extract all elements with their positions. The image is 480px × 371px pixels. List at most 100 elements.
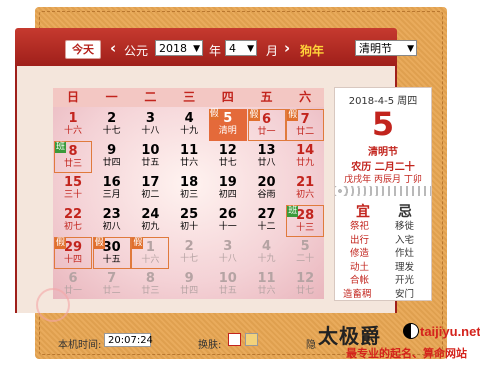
detail-ganzhi: 戊戌年 丙辰月 丁卯 [344, 175, 422, 185]
day-number: 12 [296, 271, 315, 286]
day-cell[interactable]: 7 廿二假 [286, 109, 325, 141]
holiday-badge: 假 [132, 238, 144, 249]
day-cell[interactable]: 5 二十 [286, 237, 324, 269]
yi-item: 出行 [350, 234, 370, 246]
day-number: 22 [63, 207, 83, 222]
lunar-label: 谷雨 [257, 190, 276, 200]
day-number: 2 [107, 111, 117, 126]
yi-item: 修造 [350, 248, 370, 259]
day-number: 1 [68, 111, 78, 126]
weekday-header: 二 [144, 90, 157, 104]
day-cell[interactable]: 11 廿六 [170, 141, 208, 173]
day-cell[interactable]: 8 廿三 [131, 269, 169, 301]
lunar-label: 十二 [257, 222, 276, 232]
day-cell[interactable]: 25 初十 [170, 205, 208, 237]
day-cell[interactable]: 18 初三 [170, 173, 208, 205]
lunar-label: 十七 [102, 126, 121, 136]
day-cell[interactable]: 1 十六假 [131, 237, 170, 269]
day-number: 23 [102, 207, 121, 222]
ji-item: 作灶 [395, 248, 415, 259]
detail-lunar-date: 农历 二月二十 [351, 162, 415, 173]
lunar-label: 十一 [218, 222, 237, 232]
festival-select[interactable]: 清明节 ▼ [355, 40, 417, 56]
day-cell[interactable]: 6 廿一假 [247, 109, 286, 141]
lunar-label: 十八 [218, 254, 237, 264]
day-cell[interactable]: 16 三月 [93, 173, 131, 205]
lunar-label: 初九 [141, 222, 160, 232]
lunar-label: 廿五 [218, 286, 237, 296]
day-number: 26 [218, 207, 237, 222]
day-number: 25 [180, 207, 199, 222]
day-cell[interactable]: 24 初九 [131, 205, 169, 237]
day-cell[interactable]: 19 初四 [209, 173, 247, 205]
lunar-label: 十八 [141, 126, 160, 136]
day-cell[interactable]: 5 清明假 [208, 109, 247, 141]
day-cell[interactable]: 21 初六 [286, 173, 324, 205]
lunar-label: 廿九 [296, 158, 315, 168]
local-time-field: 20:07:24 [104, 333, 153, 347]
month-select[interactable]: 4 ▼ [225, 40, 257, 56]
day-number: 17 [141, 175, 160, 190]
lunar-label: 初四 [218, 190, 237, 200]
day-cell[interactable]: 17 初二 [131, 173, 169, 205]
day-cell[interactable]: 4 十九 [170, 109, 208, 141]
day-cell[interactable]: 10 廿五 [131, 141, 169, 173]
day-detail-panel: 2018-4-5 周四 5 清明节 农历 二月二十 戊戌年 丙辰月 丁卯 宜 忌… [334, 87, 432, 301]
lunar-label: 廿一 [257, 127, 276, 137]
day-cell[interactable]: 1 十六 [54, 109, 92, 141]
day-cell[interactable]: 14 廿九 [286, 141, 324, 173]
day-cell[interactable]: 28 十三班 [286, 205, 325, 237]
day-cell[interactable]: 9 廿四 [93, 141, 131, 173]
day-cell[interactable]: 13 廿八 [248, 141, 286, 173]
day-cell[interactable]: 10 廿五 [209, 269, 247, 301]
lunar-label: 十七 [180, 254, 199, 264]
day-cell[interactable]: 7 廿二 [93, 269, 131, 301]
skin-yellow-swatch[interactable] [245, 333, 258, 346]
prev-month-icon[interactable]: ‹ [110, 39, 116, 57]
era-label: 公元 [124, 44, 149, 58]
day-cell[interactable]: 26 十一 [209, 205, 247, 237]
lunar-label: 廿四 [180, 286, 199, 296]
day-cell[interactable]: 3 十八 [209, 237, 247, 269]
lunar-label: 十三 [296, 223, 315, 233]
day-number: 11 [180, 143, 199, 158]
ji-item: 安门 [395, 288, 415, 300]
lunar-label: 十九 [180, 126, 199, 136]
day-cell[interactable]: 22 初七 [54, 205, 92, 237]
holiday-badge: 假 [287, 110, 299, 121]
day-cell[interactable]: 12 廿七 [209, 141, 247, 173]
day-cell[interactable]: 3 十八 [131, 109, 169, 141]
day-cell[interactable]: 29 十四假 [54, 237, 92, 269]
lunar-label: 二十 [296, 254, 315, 264]
day-number: 13 [257, 143, 276, 158]
today-button[interactable]: 今天 [65, 40, 101, 59]
day-number: 27 [257, 207, 276, 222]
day-cell[interactable]: 2 十七 [93, 109, 131, 141]
day-cell[interactable]: 27 十二 [248, 205, 286, 237]
day-cell[interactable]: 8 廿三班 [54, 141, 92, 173]
lunar-label: 廿四 [102, 158, 121, 168]
day-cell[interactable]: 20 谷雨 [248, 173, 286, 205]
next-month-icon[interactable]: › [284, 39, 290, 57]
day-cell[interactable]: 30 十五假 [92, 237, 131, 269]
detail-big-day: 5 [371, 105, 395, 143]
day-cell[interactable]: 23 初八 [93, 205, 131, 237]
lunar-label: 廿五 [141, 158, 160, 168]
lunar-label: 三月 [102, 190, 121, 200]
day-number: 20 [257, 175, 276, 190]
holiday-badge: 假 [55, 238, 67, 249]
lunar-label: 初三 [180, 190, 199, 200]
day-cell[interactable]: 15 三十 [54, 173, 92, 205]
lunar-label: 廿三 [141, 286, 160, 296]
day-number: 4 [261, 239, 272, 254]
day-cell[interactable]: 12 廿七 [286, 269, 324, 301]
skin-red-swatch[interactable] [228, 333, 241, 346]
day-cell[interactable]: 6 廿一 [54, 269, 92, 301]
day-cell[interactable]: 4 十九 [248, 237, 286, 269]
hide-label[interactable]: 隐 [306, 336, 316, 351]
day-number: 12 [218, 143, 237, 158]
day-cell[interactable]: 9 廿四 [170, 269, 208, 301]
day-cell[interactable]: 2 十七 [170, 237, 208, 269]
year-select[interactable]: 2018 ▼ [155, 40, 203, 56]
day-cell[interactable]: 11 廿六 [248, 269, 286, 301]
